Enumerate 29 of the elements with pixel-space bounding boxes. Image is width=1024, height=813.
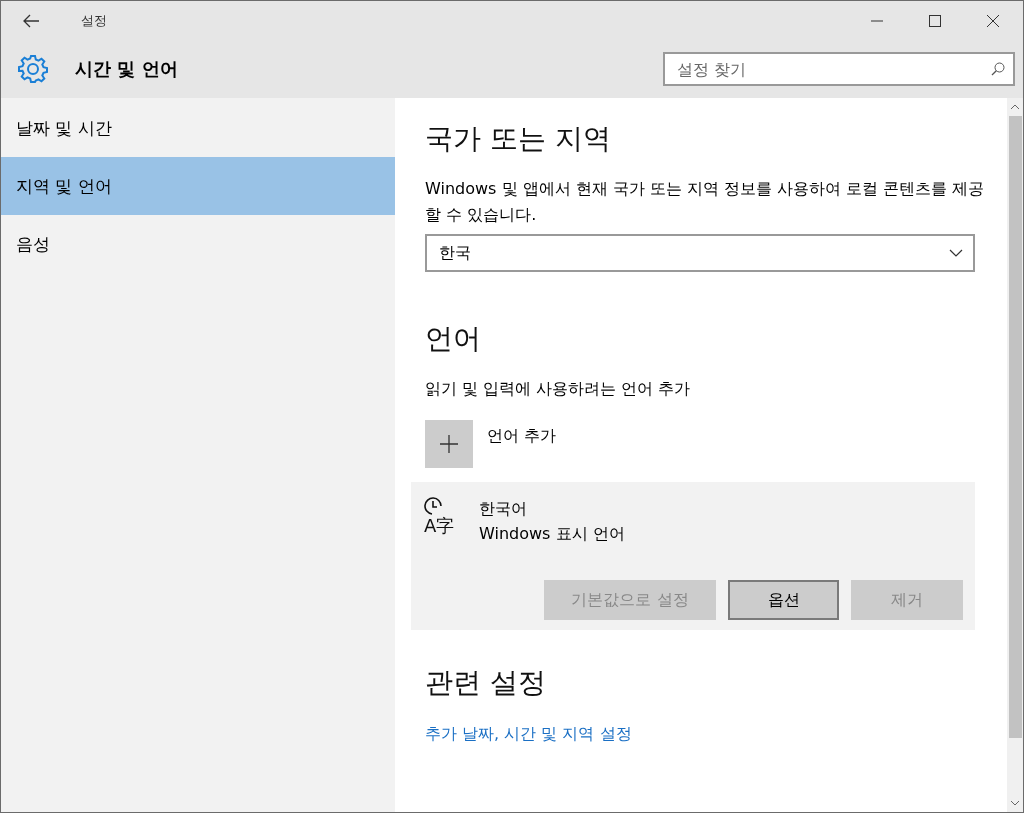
section-heading: 언어 — [425, 321, 482, 357]
plus-icon — [439, 434, 459, 454]
close-icon[interactable] — [987, 14, 999, 27]
chevron-down-icon — [949, 249, 963, 257]
search-field[interactable]: 설정 찾기 — [663, 52, 1015, 86]
section-heading: 국가 또는 지역 — [425, 121, 612, 157]
page-title: 시간 및 언어 — [75, 57, 178, 81]
scrollbar-thumb[interactable] — [1008, 116, 1022, 738]
settings-link[interactable]: 추가 날짜, 시간 및 지역 설정 — [425, 724, 991, 745]
scroll-down-icon[interactable] — [1010, 800, 1020, 806]
scrollbar[interactable] — [1007, 98, 1023, 812]
window-title: 설정 — [81, 11, 107, 30]
sidebar-item[interactable]: 날짜 및 시간 — [1, 99, 395, 157]
search-icon[interactable] — [991, 62, 1005, 76]
language-name: 한국어 — [479, 498, 528, 520]
region-dropdown[interactable]: 한국 — [425, 234, 975, 272]
sidebar-item[interactable]: 지역 및 언어 — [1, 157, 395, 215]
back-icon[interactable] — [23, 13, 39, 28]
description-text: Windows 및 앱에서 현재 국가 또는 지역 정보를 사용하여 로컬 콘텐츠를 제공할 수 있습니다. — [425, 178, 985, 226]
section-heading: 관련 설정 — [425, 665, 547, 701]
maximize-icon[interactable] — [929, 14, 941, 27]
settings-icon — [17, 53, 49, 85]
sidebar-item[interactable]: 음성 — [1, 215, 395, 273]
language-detail: Windows 표시 언어 — [479, 523, 625, 545]
scroll-up-icon[interactable] — [1010, 104, 1020, 110]
description-text: 읽기 및 입력에 사용하려는 언어 추가 — [425, 378, 692, 400]
add-language-button[interactable] — [425, 420, 473, 468]
language-action-button[interactable]: 옵션 — [728, 580, 839, 620]
add-language-label[interactable]: 언어 추가 — [487, 426, 557, 447]
